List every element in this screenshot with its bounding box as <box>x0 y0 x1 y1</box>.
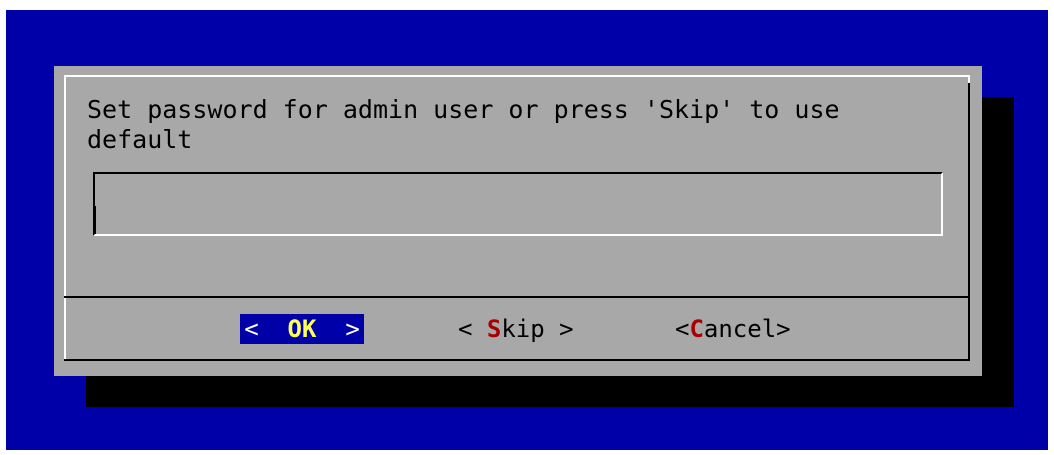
ok-button-open: < <box>244 315 288 343</box>
password-input[interactable] <box>95 174 941 234</box>
ok-button[interactable]: < OK > <box>240 314 364 344</box>
skip-button-close: > <box>544 315 574 343</box>
ok-button-close: > <box>316 315 360 343</box>
input-cursor <box>93 206 96 234</box>
cancel-button-open: < <box>675 315 690 343</box>
skip-button[interactable]: < Skip > <box>458 314 574 344</box>
dialog-frame-left <box>64 75 66 360</box>
cancel-button-label: ancel <box>703 315 777 343</box>
dialog-frame-bottom <box>64 359 970 361</box>
skip-button-label: kip <box>501 315 545 343</box>
button-area-divider <box>64 296 970 298</box>
password-dialog: Set password for admin user or press 'Sk… <box>54 66 982 376</box>
skip-button-open: < <box>458 315 487 343</box>
ok-button-label: OK <box>287 315 317 343</box>
dialog-frame-top <box>64 75 970 77</box>
skip-button-hotkey: S <box>486 315 502 343</box>
password-field[interactable] <box>93 172 943 236</box>
dialog-prompt: Set password for admin user or press 'Sk… <box>87 95 840 154</box>
dialog-frame-right <box>968 83 970 360</box>
dialog-frame-right-top <box>968 75 970 83</box>
cancel-button[interactable]: <Cancel> <box>675 314 791 344</box>
cancel-button-close: > <box>776 315 791 343</box>
cancel-button-hotkey: C <box>689 315 704 343</box>
